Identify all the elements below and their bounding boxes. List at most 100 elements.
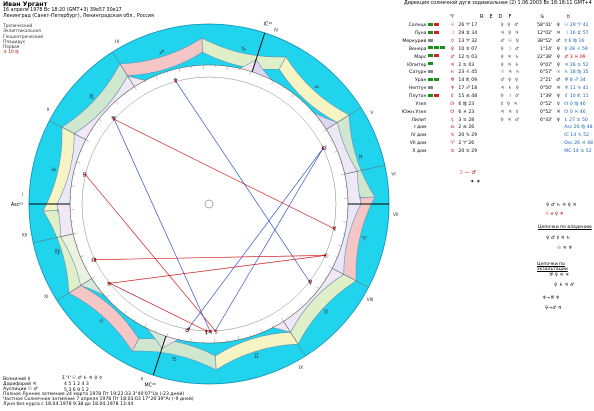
directed-position: ♅ 8 ♐ 34 [564,78,586,84]
directed-position: ♀ 28 ♌ 59 [564,46,588,52]
house-number: IX [299,365,303,371]
strength-bars [428,38,434,44]
planet-dispositor: ♂ [556,78,561,84]
planet-dispositor: ☿ [556,101,560,107]
zodiac-sign-glyph: ♊ [254,353,259,360]
planet-name: Меркурий [402,39,427,45]
planet-longitude: 9°07' [540,62,553,68]
planet-glyph: ♀ [450,46,455,52]
directed-position: ☊ 0 ♍ 46 [564,101,586,107]
strength-bar [428,93,434,97]
planet-row[interactable]: Лилит ⚸ 3 ♋ 28 ♀ ♃ ♂ 6°43' ♀ ⚸ 27 ♋ 50 [392,116,594,124]
planet-position: 15 ♎ 48 [458,94,478,100]
planet-row[interactable]: Меркурий ☿ 13 ♈ 32 ♂ ☉ ♀ 38°52' ♂ ☿ 6 ♍ 16 [392,38,594,46]
stats-row-1: Σ ♈ ☉ ♂ ♄ ♃ ♀ ☿ [62,376,102,381]
planet-dispositor: ♃ [556,31,561,37]
planet-row[interactable]: Южн.Узел ☋ 6 ♓ 23 ♃ ♃ ☿ 0°52' ♃ ☋ 0 ♓ 46 [392,108,594,116]
house-number: IV [274,27,278,33]
planet-glyph: ♃ [450,62,455,68]
house-cusp: 20 ♑ 29 [458,133,478,139]
house-cusp: 20 ♋ 29 [458,148,478,154]
strength-bars [428,77,440,83]
asc-label: Asc⁰³ [11,202,23,208]
planet-row[interactable]: Сатурн ♄ 23 ♌ 45 ☉ ♃ ♄ 6°57' ☉ ♄ 18 ♍ 35 [392,69,594,77]
planet-dignities: ♃ ♃ ☿ [500,109,520,115]
planet-row[interactable]: Юпитер ♃ 2 ♋ 03 ♀ ♃ ♄ 9°07' ♀ ♃ 26 ♋ 52 [392,61,594,69]
dignity-col-headers: REDF [480,14,518,20]
planet-row[interactable]: Марс ♂ 12 ♋ 03 ♀ ♃ ♄ 22°38' ♀ ♂ 3 ♓ 09 [392,53,594,61]
planet-glyph: ☽ [450,31,455,37]
planet-position: 23 ♌ 45 [458,70,478,76]
house-row[interactable]: I дом ♎ 2 ♎ 26 Asc 26 ♍ 48 [392,124,594,132]
zodiac-sign-glyph: ♋ [172,356,177,363]
house-row[interactable]: X дом ♋ 20 ♋ 29 MC 14 ♋ 52 [392,148,594,156]
directed-position: ♃ 26 ♋ 52 [564,62,589,68]
chart-center [204,199,214,209]
planet-dispositor: ♀ [556,54,560,60]
strength-bar [434,77,440,81]
planet-dignities: ♂ ☉ ♀ [500,39,520,45]
planet-row[interactable]: Плутон ♇ 15 ♎ 48 ♀ ☽ ♂ 1°39' ♀ ♇ 10 ♏ 11 [392,93,594,101]
planets-table: Солнце ☉ 26 ♈ 17 ♀ ♀ ♂ 58°41' ♀ ☉ 20 ♈ 42 Луна ☽… [392,22,594,155]
house-number: VI [391,171,395,177]
planet-position: 29 ♊ 34 [458,31,478,37]
stats-row-3: 5 3 6 9 1 2 [64,388,89,393]
house-row[interactable]: IV дом ♑ 20 ♑ 29 IC 14 ♑ 52 [392,132,594,140]
planet-row[interactable]: Нептун ♆ 17 ♐ 18 ♃ ♄ ♀ 0°50' ♃ ♆ 11 ♑ 41 [392,85,594,93]
directed-position: ☿ 6 ♍ 16 [564,39,585,45]
house-name: I дом [414,125,427,131]
planet-dispositor: ♃ [556,86,561,92]
planet-name: Плутон [408,94,427,100]
planet-row[interactable]: Венера ♀ 10 ♉ 07 ♀ ☽ ♂ 1°14' ♀ ♀ 28 ♌ 59 [392,46,594,54]
planet-longitude: 0°52' [540,101,553,107]
planet-marker: ☊ [91,257,96,264]
planet-name: Венера [408,46,427,52]
planet-dispositor: ♀ [556,117,560,123]
strength-bar [428,46,434,50]
planet-position: 14 ♏ 09 [458,78,478,84]
aspect-col-icon: ♋ [540,14,545,20]
strength-bars [428,46,446,51]
planet-name: Нептун [408,86,427,92]
planet-dignities: ♀ ☽ ♂ [500,46,520,52]
planet-longitude: 2°21' [540,78,553,84]
chain-line-1: ♆→♅ ♆ [542,296,560,301]
strength-bar [434,54,440,58]
planet-row[interactable]: Луна ☽ 29 ♊ 34 ♃ ♀ ♃ 12°02' ♃ ☽ 16 ♊ 57 [392,30,594,38]
planet-longitude: 0°52' [540,109,553,115]
house-number: III [115,39,119,45]
aspect-cluster: ♀ ♂ ♄ ♃ ♀ ♃ [546,203,577,208]
zodiac-col-icon: ♈ [450,14,455,20]
house-sign: ♑ [450,133,455,139]
house-name: VII дом [409,141,427,147]
house-name: X дом [412,148,427,154]
house-directed: Asc 26 ♍ 48 [564,125,593,131]
aspect-cluster-2: ☉ ⚹ ♀ ♆ [545,212,564,217]
planet-dispositor: ♀ [556,94,560,100]
house-number: II [47,107,50,113]
strength-bar [428,69,434,73]
directed-position: ♄ 18 ♍ 35 [564,70,589,76]
house-sign: ♈ [450,141,455,147]
strength-bar [428,30,434,34]
house-row[interactable]: VII дом ♈ 2 ♈ 26 Dsc 26 ♓ 48 [392,140,594,148]
directed-position: ♇ 10 ♏ 11 [564,94,589,100]
planet-dispositor: ♀ [556,62,560,68]
house-number: V [370,110,373,116]
stats-row-2: 4 5 1 2 4 3 [64,382,89,387]
planet-position: 2 ♋ 03 [458,62,475,68]
strength-bar [434,30,440,34]
planet-longitude: 1°39' [540,94,553,100]
ic-label: IC¹⁵ [264,21,273,27]
planet-row[interactable]: Солнце ☉ 26 ♈ 17 ♀ ♀ ♂ 58°41' ♀ ☉ 20 ♈ 42 [392,22,594,30]
moon-void-of-course: Луна без курса с 18.04.1978 9:38 до 18.0… [3,402,134,407]
planet-longitude: 0°50' [540,86,553,92]
planet-row[interactable]: Уран ♅ 14 ♏ 09 ♂ ♀ ♀ 2°21' ♂ ♅ 8 ♐ 34 [392,77,594,85]
planet-dignities: ♀ ♃ ♂ [500,117,520,123]
planet-row[interactable]: Узел ☊ 6 ♍ 23 ☿ ♀ ♃ 0°52' ☿ ☊ 0 ♍ 46 [392,100,594,108]
strength-bars [428,30,440,36]
zodiac-sign-glyph: ♏ [89,93,95,100]
strength-bar [428,77,434,81]
planet-marker: ♄ [106,281,111,288]
strength-bar [428,54,434,58]
